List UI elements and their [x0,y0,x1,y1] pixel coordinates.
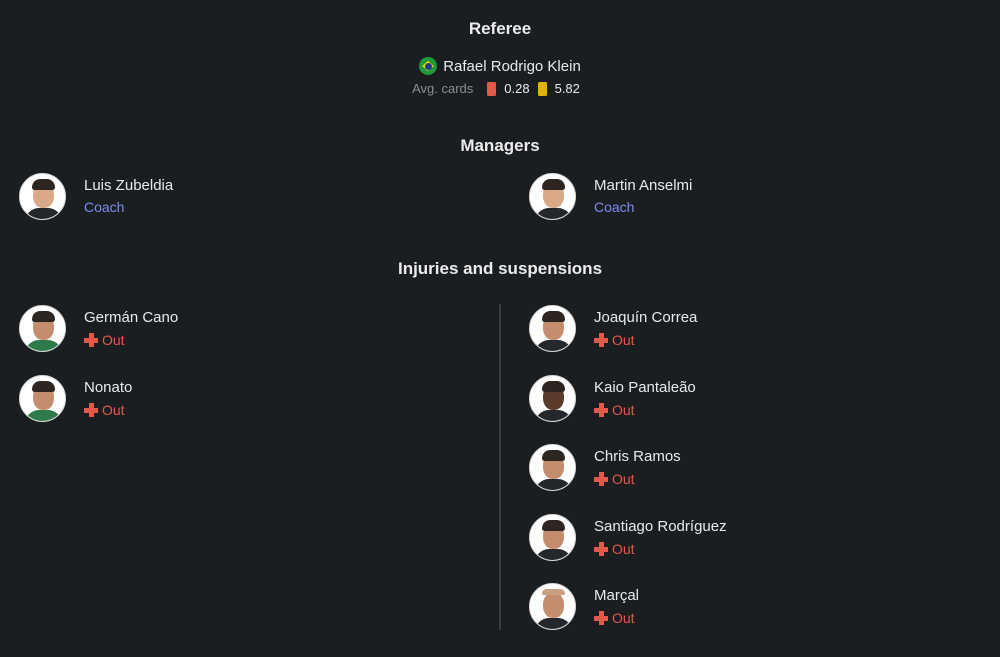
avatar [529,375,576,422]
column-divider [499,304,501,630]
injured-player-home[interactable]: Nonato Out [19,375,132,422]
referee-name-row[interactable]: Rafael Rodrigo Klein [0,57,1000,75]
injured-player-away[interactable]: Chris Ramos Out [529,444,681,491]
player-name: Joaquín Correa [594,309,698,326]
avatar [19,375,66,422]
player-name: Chris Ramos [594,448,681,465]
manager-away[interactable]: Martin Anselmi Coach [529,173,692,220]
referee-name[interactable]: Rafael Rodrigo Klein [443,58,581,75]
avatar [529,444,576,491]
status-badge: Out [594,541,727,557]
injured-player-home[interactable]: Germán Cano Out [19,305,178,352]
referee-avg-cards: Avg. cards 0.28 5.82 [0,81,1000,96]
status-badge: Out [84,332,178,348]
red-card-icon [487,81,497,96]
managers-heading: Managers [460,136,540,155]
manager-role: Coach [84,199,125,215]
manager-home[interactable]: Luis Zubeldia Coach [19,173,173,220]
injuries-heading: Injuries and suspensions [397,259,603,278]
manager-role: Coach [594,199,635,215]
avatar [529,583,576,630]
medical-cross-icon [594,611,608,625]
yellow-card-avg: 5.82 [554,81,580,96]
medical-cross-icon [594,542,608,556]
status-badge: Out [594,471,681,487]
status-badge: Out [594,402,696,418]
status-badge: Out [594,332,697,348]
injured-player-away[interactable]: Santiago Rodríguez Out [529,514,727,561]
avatar [529,514,576,561]
brazil-flag-icon [419,57,438,75]
status-badge: Out [84,402,132,418]
status-badge: Out [594,610,639,626]
injured-player-away[interactable]: Marçal Out [529,583,639,630]
medical-cross-icon [84,403,98,417]
player-name: Germán Cano [84,309,179,326]
medical-cross-icon [594,472,608,486]
player-name: Nonato [84,379,133,396]
avatar [529,173,576,220]
medical-cross-icon [594,403,608,417]
injured-player-away[interactable]: Kaio Pantaleão Out [529,375,696,422]
avatar [19,305,66,352]
player-name: Santiago Rodríguez [594,518,727,535]
medical-cross-icon [594,333,608,347]
manager-name: Luis Zubeldia [84,177,174,194]
player-name: Marçal [594,587,640,604]
medical-cross-icon [84,333,98,347]
referee-heading: Referee [468,19,532,38]
avatar [529,305,576,352]
avg-cards-label: Avg. cards [412,81,474,96]
yellow-card-icon [537,81,547,96]
injured-player-away[interactable]: Joaquín Correa Out [529,305,697,352]
avatar [19,173,66,220]
player-name: Kaio Pantaleão [594,379,696,396]
manager-name: Martin Anselmi [594,177,693,194]
red-card-avg: 0.28 [504,81,530,96]
